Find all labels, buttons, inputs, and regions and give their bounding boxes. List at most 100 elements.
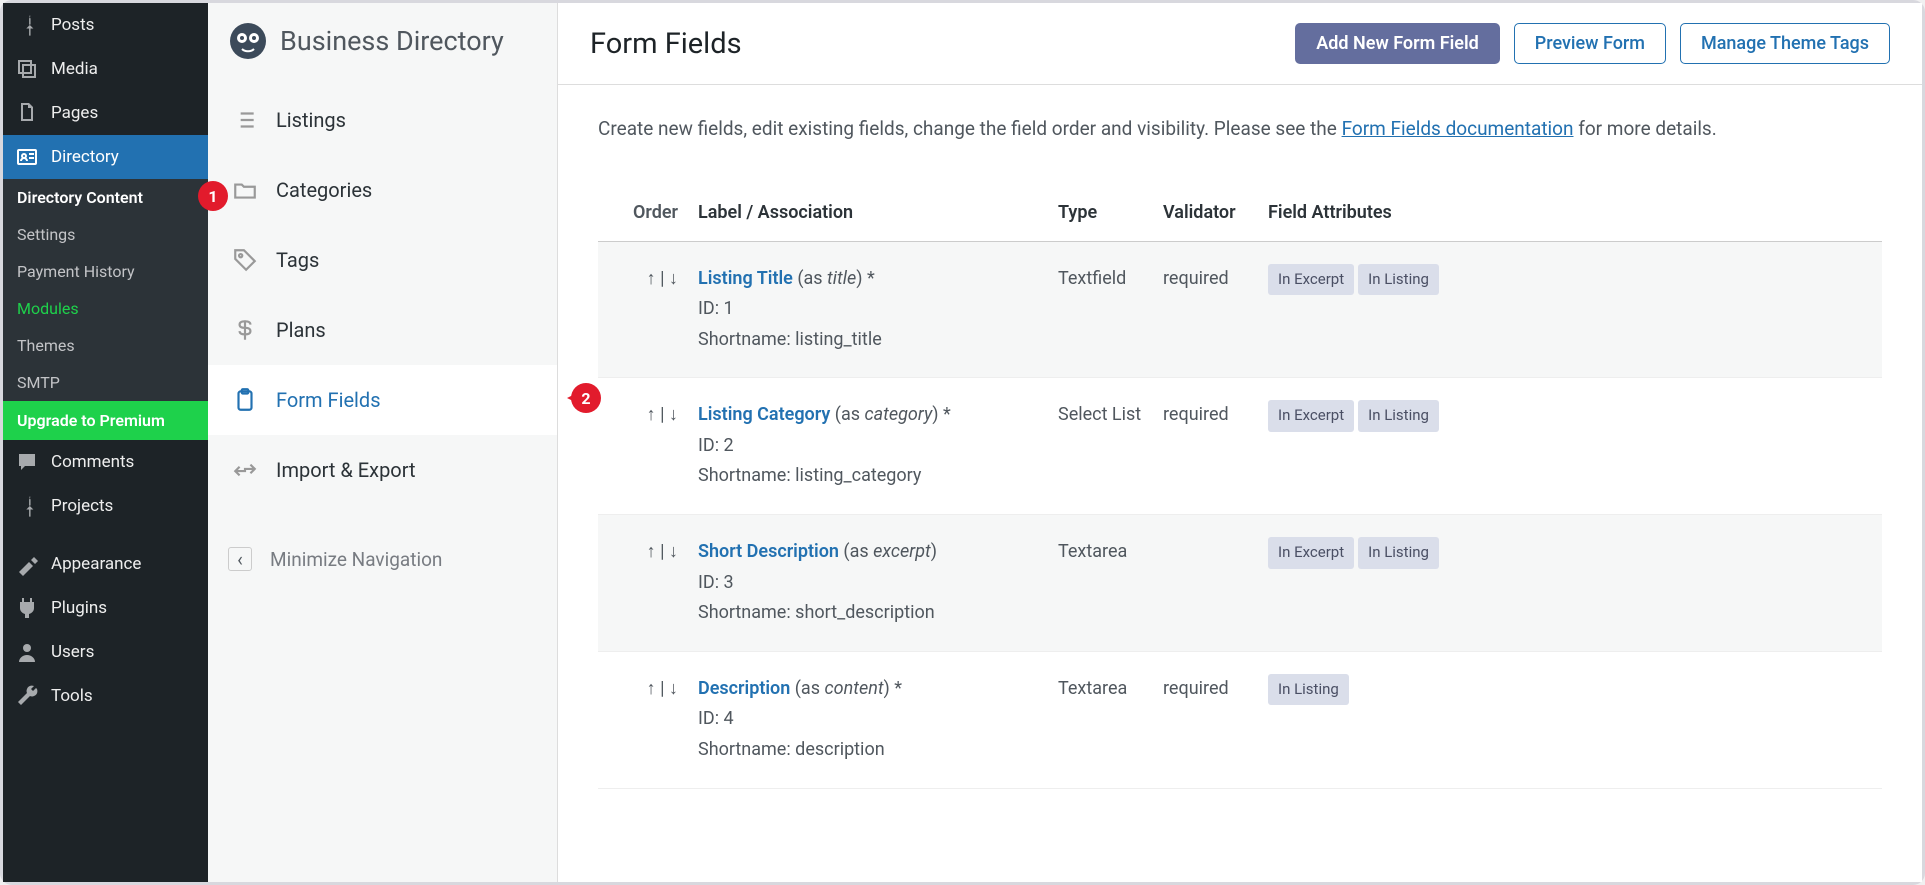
main-content: Form Fields Add New Form Field Preview F… xyxy=(558,3,1922,882)
intro-text: Create new fields, edit existing fields,… xyxy=(558,85,1922,164)
field-name-link[interactable]: Description xyxy=(698,678,790,699)
list-icon xyxy=(232,107,258,133)
th-attributes: Field Attributes xyxy=(1268,202,1872,223)
wp-sub-directory-content[interactable]: Directory Content1 xyxy=(3,179,208,216)
type-cell: Textarea xyxy=(1058,537,1163,629)
bd-nav-label: Plans xyxy=(276,318,326,342)
wp-sub-modules[interactable]: Modules xyxy=(3,290,208,327)
page-title: Form Fields xyxy=(590,27,742,61)
table-header-row: Order Label / Association Type Validator… xyxy=(598,184,1882,242)
wp-menu-pages[interactable]: Pages xyxy=(3,91,208,135)
field-name-link[interactable]: Listing Title xyxy=(698,268,793,289)
bd-title: Business Directory xyxy=(280,25,504,57)
header-actions: Add New Form Field Preview Form Manage T… xyxy=(1295,23,1890,64)
field-shortname: Shortname: short_description xyxy=(698,602,935,623)
label-cell: Description (as content) *ID: 4Shortname… xyxy=(698,674,1058,766)
move-up-button[interactable]: ↑ xyxy=(647,268,656,289)
field-id: ID: 2 xyxy=(698,435,734,456)
in-listing-badge: In Listing xyxy=(1268,674,1349,706)
attributes-cell: In Listing xyxy=(1268,674,1872,766)
wp-admin-sidebar: Posts Media Pages Directory Directory Co… xyxy=(3,3,208,882)
label-cell: Listing Title (as title) * ID: 1 Shortname… xyxy=(698,264,1058,356)
move-down-button[interactable]: ↓ xyxy=(669,678,678,699)
wp-menu-plugins[interactable]: Plugins xyxy=(3,586,208,630)
field-name-link[interactable]: Listing Category xyxy=(698,404,830,425)
chevron-left-icon: ‹ xyxy=(228,547,252,571)
table-row: ↑ | ↓Short Description (as excerpt)ID: 3… xyxy=(598,515,1882,652)
folder-icon xyxy=(232,177,258,203)
wp-menu-tools[interactable]: Tools xyxy=(3,674,208,718)
bd-nav-tags[interactable]: Tags xyxy=(208,225,557,295)
field-association: (as title) * xyxy=(797,268,874,289)
validator-cell: required xyxy=(1163,264,1268,356)
wp-menu-label: Plugins xyxy=(51,598,107,618)
attributes-cell: In ExcerptIn Listing xyxy=(1268,537,1872,629)
validator-cell: required xyxy=(1163,674,1268,766)
wp-sub-themes[interactable]: Themes xyxy=(3,327,208,364)
bd-logo-icon xyxy=(228,21,268,61)
wp-submenu: Directory Content1 Settings Payment Hist… xyxy=(3,179,208,440)
field-id: ID: 1 xyxy=(698,298,734,319)
wp-menu-users[interactable]: Users xyxy=(3,630,208,674)
wp-sub-payment-history[interactable]: Payment History xyxy=(3,253,208,290)
bd-nav-listings[interactable]: Listings xyxy=(208,85,557,155)
manage-theme-tags-button[interactable]: Manage Theme Tags xyxy=(1680,23,1890,64)
move-up-button[interactable]: ↑ xyxy=(647,678,656,699)
attributes-cell: In ExcerptIn Listing xyxy=(1268,400,1872,492)
field-shortname: Shortname: listing_category xyxy=(698,465,921,486)
add-new-form-field-button[interactable]: Add New Form Field xyxy=(1295,23,1500,64)
field-name-link[interactable]: Short Description xyxy=(698,541,839,562)
move-up-button[interactable]: ↑ xyxy=(647,404,656,425)
pages-icon xyxy=(15,101,39,125)
in-excerpt-badge: In Excerpt xyxy=(1268,400,1354,432)
wp-menu-label: Pages xyxy=(51,103,98,123)
form-fields-doc-link[interactable]: Form Fields documentation xyxy=(1342,117,1574,140)
field-shortname: Shortname: listing_title xyxy=(698,329,882,350)
validator-cell: required xyxy=(1163,400,1268,492)
label-cell: Listing Category (as category) *ID: 2Sho… xyxy=(698,400,1058,492)
bd-nav-label: Import & Export xyxy=(276,458,416,482)
wp-menu-label: Comments xyxy=(51,452,134,472)
bd-nav-label: Form Fields xyxy=(276,388,381,412)
import-export-icon xyxy=(232,457,258,483)
wp-menu-posts[interactable]: Posts xyxy=(3,3,208,47)
bd-nav-form-fields[interactable]: Form Fields2 xyxy=(208,365,557,435)
preview-form-button[interactable]: Preview Form xyxy=(1514,23,1666,64)
wp-sub-smtp[interactable]: SMTP xyxy=(3,364,208,401)
wp-menu-label: Media xyxy=(51,59,98,79)
form-fields-table: Order Label / Association Type Validator… xyxy=(558,164,1922,789)
wp-sub-upgrade[interactable]: Upgrade to Premium xyxy=(3,401,208,440)
annotation-marker-2: 2 xyxy=(571,383,601,413)
bd-minimize-nav[interactable]: ‹Minimize Navigation xyxy=(208,525,557,593)
field-association: (as content) * xyxy=(795,678,902,699)
wp-sub-settings[interactable]: Settings xyxy=(3,216,208,253)
wp-menu-comments[interactable]: Comments xyxy=(3,440,208,484)
users-icon xyxy=(15,640,39,664)
wp-menu-directory[interactable]: Directory xyxy=(3,135,208,179)
bd-nav-label: Categories xyxy=(276,178,372,202)
move-down-button[interactable]: ↓ xyxy=(669,404,678,425)
type-cell: Select List xyxy=(1058,400,1163,492)
move-down-button[interactable]: ↓ xyxy=(669,541,678,562)
th-validator: Validator xyxy=(1163,202,1268,223)
type-cell: Textfield xyxy=(1058,264,1163,356)
wp-menu-label: Users xyxy=(51,642,94,662)
tools-icon xyxy=(15,684,39,708)
wp-menu-media[interactable]: Media xyxy=(3,47,208,91)
wp-menu-label: Projects xyxy=(51,496,113,516)
order-controls: ↑ | ↓ xyxy=(608,264,698,356)
bd-header: Business Directory xyxy=(208,3,557,85)
field-association: (as excerpt) xyxy=(843,541,937,562)
field-id: ID: 4 xyxy=(698,708,734,729)
move-up-button[interactable]: ↑ xyxy=(647,541,656,562)
bd-nav-plans[interactable]: Plans xyxy=(208,295,557,365)
bd-nav-categories[interactable]: Categories xyxy=(208,155,557,225)
wp-menu-projects[interactable]: Projects xyxy=(3,484,208,528)
validator-cell xyxy=(1163,537,1268,629)
in-listing-badge: In Listing xyxy=(1358,537,1439,569)
bd-secondary-nav: Business Directory Listings Categories T… xyxy=(208,3,558,882)
wp-menu-appearance[interactable]: Appearance xyxy=(3,542,208,586)
in-excerpt-badge: In Excerpt xyxy=(1268,264,1354,296)
bd-nav-import-export[interactable]: Import & Export xyxy=(208,435,557,505)
move-down-button[interactable]: ↓ xyxy=(669,268,678,289)
